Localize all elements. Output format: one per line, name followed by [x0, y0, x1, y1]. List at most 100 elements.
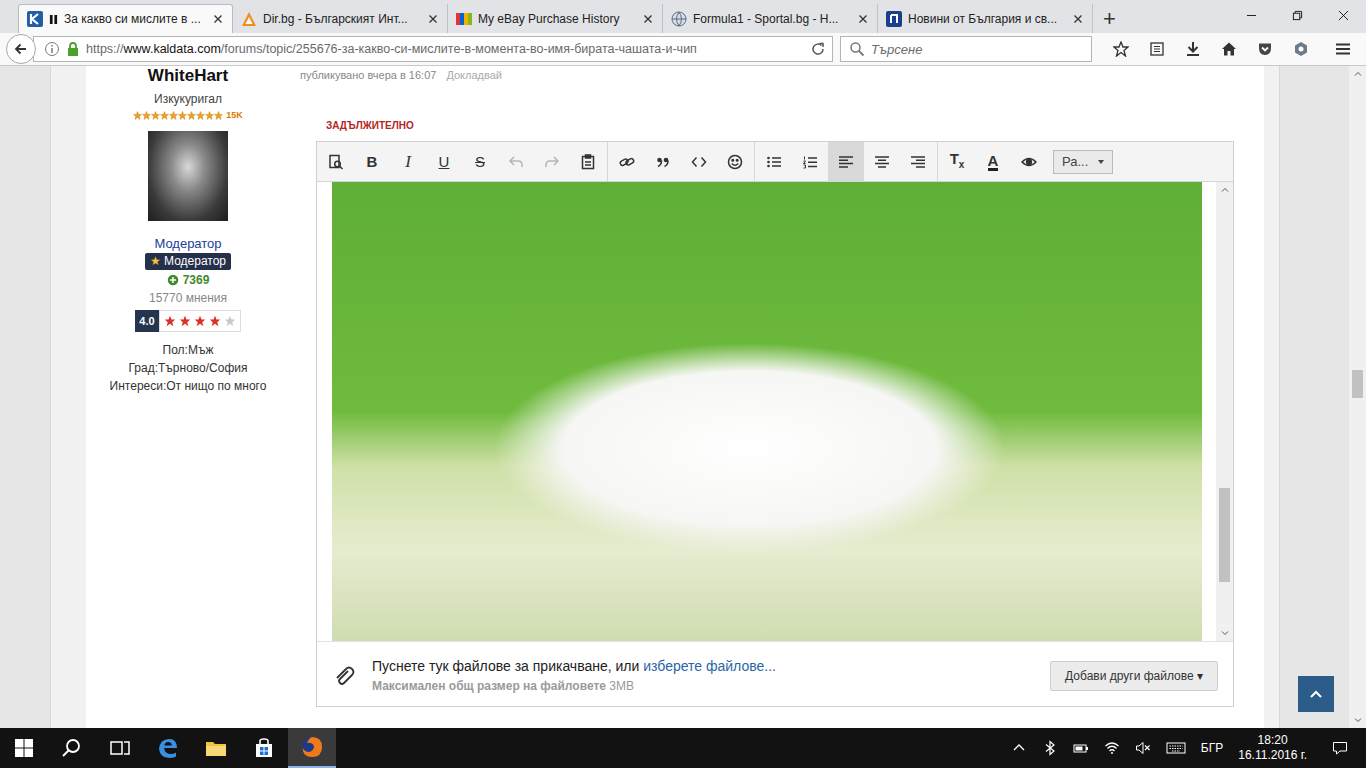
search-button[interactable] [48, 728, 96, 768]
profile-field: Пол:Мъж [163, 341, 214, 359]
close-window-button[interactable] [1320, 0, 1366, 30]
screen: За какво си мислите в ... Dir.bg - Бълга… [0, 0, 1366, 768]
url-bar[interactable]: https://www.kaldata.com/forums/topic/255… [33, 36, 833, 62]
toolbar-button[interactable] [864, 142, 900, 182]
input-language[interactable]: БГР [1201, 741, 1223, 755]
reply-column: публикувано вчера в 16:07 Докладвай ЗАДЪ… [316, 66, 1234, 728]
toolbar-button[interactable] [792, 142, 828, 182]
restore-button[interactable] [1274, 0, 1320, 30]
bookmarks-list-icon[interactable] [1149, 41, 1165, 57]
browser-tab[interactable]: Formula1 - Sportal.bg - Н... [663, 4, 878, 33]
author-avatar[interactable] [148, 131, 228, 221]
toolbar-button[interactable] [681, 142, 717, 182]
author-name[interactable]: WhiteHart [148, 66, 228, 86]
toolbar-button[interactable] [534, 142, 570, 182]
page-scrollbar[interactable] [1349, 66, 1366, 728]
toolbar-icons [1099, 41, 1351, 57]
extension-icon[interactable] [1293, 41, 1309, 57]
browser-tab[interactable]: My eBay Purchase History [448, 4, 663, 33]
battery-icon[interactable] [1073, 740, 1089, 756]
start-button[interactable] [0, 728, 48, 768]
menu-icon[interactable] [1335, 41, 1351, 57]
search-bar[interactable]: Търсене [840, 36, 1092, 62]
close-tab-icon[interactable] [427, 13, 439, 25]
wifi-icon[interactable] [1104, 740, 1120, 756]
toolbar-button[interactable] [645, 142, 681, 182]
toolbar-button[interactable]: Tx [939, 142, 975, 182]
new-tab-button[interactable]: + [1093, 5, 1126, 33]
taskbar-app[interactable] [192, 728, 240, 768]
close-tab-icon[interactable] [642, 13, 654, 25]
close-tab-icon[interactable] [857, 13, 869, 25]
pocket-icon[interactable] [1257, 41, 1273, 57]
scroll-up-icon[interactable] [1353, 69, 1363, 79]
toolbar-button[interactable]: S [462, 142, 498, 182]
toolbar-button[interactable] [609, 142, 645, 182]
scroll-down-icon[interactable] [1220, 628, 1230, 638]
toolbar-button[interactable] [828, 142, 864, 182]
volume-icon[interactable] [1135, 740, 1151, 756]
close-tab-icon[interactable] [212, 13, 224, 25]
author-panel: WhiteHart Изкукуригал 15K Модератор ★ Мо… [86, 66, 290, 728]
group-link[interactable]: Модератор [154, 235, 221, 253]
toolbar-button[interactable] [1011, 142, 1047, 182]
info-icon[interactable] [44, 41, 60, 57]
toolbar-button[interactable] [498, 142, 534, 182]
align-center-icon [874, 154, 890, 170]
home-icon[interactable] [1221, 41, 1237, 57]
browser-tab[interactable]: Новини от България и св... [878, 4, 1093, 33]
toolbar-group [608, 142, 755, 181]
taskbar-app[interactable] [240, 728, 288, 768]
toolbar-button-label: S [475, 153, 485, 171]
browser-tab[interactable]: Dir.bg - Българският Инт... [233, 4, 448, 33]
quote-icon [655, 154, 671, 170]
download-icon[interactable] [1185, 41, 1201, 57]
chevron-up-icon[interactable] [1011, 740, 1027, 756]
bookmark-star-icon[interactable] [1113, 41, 1129, 57]
toolbar-button[interactable] [717, 142, 753, 182]
lock-icon[interactable] [65, 41, 81, 57]
reload-icon[interactable] [810, 41, 826, 57]
browser-tab[interactable]: За какво си мислите в ... [18, 4, 233, 33]
toolbar-group: BIUS [317, 142, 608, 181]
toolbar-button[interactable] [570, 142, 606, 182]
editor-content[interactable] [317, 182, 1233, 642]
rating-stars [159, 310, 241, 332]
report-link[interactable]: Докладвай [446, 68, 502, 82]
back-button[interactable] [6, 34, 36, 64]
clock[interactable]: 18:20 16.11.2016 г. [1238, 733, 1307, 763]
toolbar-button[interactable]: U [426, 142, 462, 182]
toolbar-button[interactable]: A [975, 142, 1011, 182]
scroll-to-top-button[interactable] [1298, 676, 1334, 712]
choose-files-link[interactable]: изберете файлове... [643, 658, 776, 674]
touch-keyboard-icon[interactable] [1166, 740, 1186, 756]
toolbar-button[interactable] [318, 142, 354, 182]
clock-time: 18:20 [1258, 733, 1288, 748]
attachment-area[interactable]: Пуснете тук файлове за прикачване, или и… [317, 642, 1233, 706]
rank-star-icon [151, 111, 160, 120]
taskbar-app[interactable] [144, 728, 192, 768]
post-meta: публикувано вчера в 16:07 Докладвай [300, 66, 1234, 82]
add-files-button[interactable]: Добави други файлове ▾ [1050, 661, 1218, 691]
task-view-button[interactable] [96, 728, 144, 768]
editor-scrollbar[interactable] [1216, 182, 1233, 641]
toolbar-button[interactable]: I [390, 142, 426, 182]
minimize-button[interactable] [1228, 0, 1274, 30]
url-scheme: https:// [86, 42, 124, 56]
toolbar-button[interactable] [900, 142, 936, 182]
audio-playing-icon[interactable] [49, 14, 58, 25]
notifications-icon[interactable] [1332, 740, 1348, 756]
rating-star-icon [209, 315, 221, 327]
toolbar-button[interactable]: B [354, 142, 390, 182]
profile-field: Град:Търново/София [129, 359, 248, 377]
scroll-thumb[interactable] [1352, 370, 1363, 398]
close-tab-icon[interactable] [1072, 13, 1084, 25]
code-icon [691, 154, 707, 170]
scroll-thumb[interactable] [1219, 488, 1230, 582]
format-dropdown[interactable]: Ра... [1053, 150, 1113, 174]
toolbar-button[interactable] [756, 142, 792, 182]
taskbar-app[interactable] [288, 728, 336, 768]
scroll-up-icon[interactable] [1220, 185, 1230, 195]
scroll-down-icon[interactable] [1353, 715, 1363, 725]
bluetooth-icon[interactable] [1042, 740, 1058, 756]
